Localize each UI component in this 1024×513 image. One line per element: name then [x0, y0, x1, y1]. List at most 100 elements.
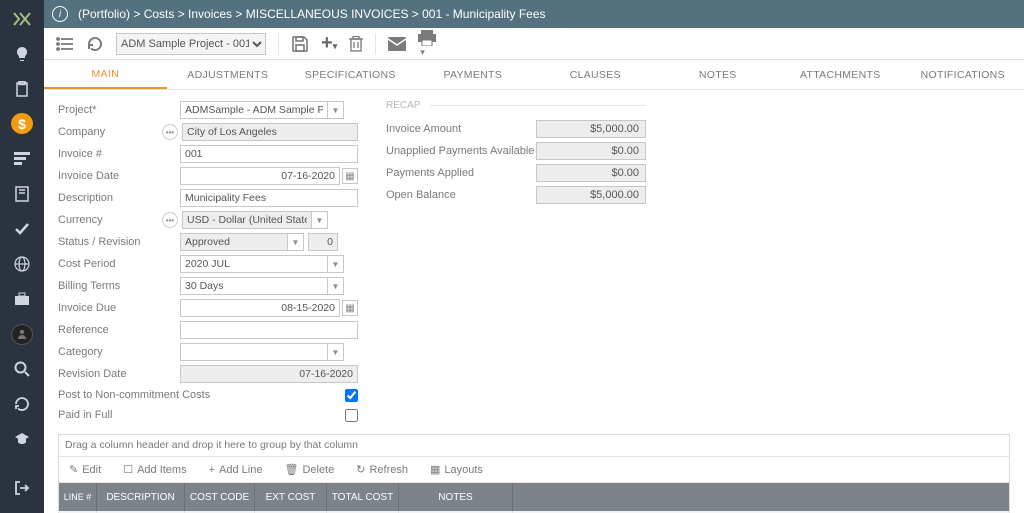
col-line[interactable]: LINE # [59, 483, 97, 511]
tab-main[interactable]: MAIN [44, 60, 167, 89]
recap-header: RECAP [386, 100, 430, 111]
label-status: Status / Revision [58, 236, 158, 248]
tab-payments[interactable]: PAYMENTS [412, 60, 535, 89]
revdate-field [180, 365, 358, 383]
book-icon[interactable] [11, 183, 33, 204]
tab-attachments[interactable]: ATTACHMENTS [779, 60, 902, 89]
val-inv-amount: $5,000.00 [536, 120, 646, 138]
col-ext[interactable]: EXT COST [255, 483, 327, 511]
label-inv-amount: Invoice Amount [386, 123, 536, 135]
delete-icon[interactable] [349, 36, 363, 52]
col-notes[interactable]: NOTES [399, 483, 513, 511]
currency-field [182, 211, 312, 229]
tab-specifications[interactable]: SPECIFICATIONS [289, 60, 412, 89]
due-field[interactable] [180, 299, 340, 317]
save-icon[interactable] [291, 35, 309, 53]
briefcase-icon[interactable] [11, 289, 33, 310]
company-lookup[interactable]: ••• [162, 124, 178, 140]
val-open-bal: $5,000.00 [536, 186, 646, 204]
add-icon[interactable]: +▾ [321, 32, 337, 55]
label-unapplied: Unapplied Payments Available [386, 145, 536, 157]
tab-clauses[interactable]: CLAUSES [534, 60, 657, 89]
project-field[interactable] [180, 101, 328, 119]
grid-layouts[interactable]: ▦ Layouts [430, 463, 483, 476]
history-icon[interactable] [11, 394, 33, 415]
grid-group-hint[interactable]: Drag a column header and drop it here to… [59, 435, 1009, 457]
grid-refresh[interactable]: ↻ Refresh [356, 463, 408, 476]
label-reference: Reference [58, 324, 158, 336]
label-category: Category [58, 346, 158, 358]
grid-add-line[interactable]: + Add Line [209, 464, 263, 476]
label-project: Project* [58, 104, 158, 116]
invoice-date-field[interactable] [180, 167, 340, 185]
col-tot[interactable]: TOTAL COST [327, 483, 399, 511]
category-field[interactable] [180, 343, 328, 361]
list-view-icon[interactable] [56, 37, 74, 51]
bars-icon[interactable] [11, 148, 33, 169]
label-post-nc: Post to Non-commitment Costs [58, 389, 345, 401]
logout-icon[interactable] [11, 478, 33, 499]
app-sidebar: $ [0, 0, 44, 513]
label-invoice-no: Invoice # [58, 148, 158, 160]
clipboard-icon[interactable] [11, 78, 33, 99]
tab-adjustments[interactable]: ADJUSTMENTS [167, 60, 290, 89]
info-icon[interactable]: i [52, 6, 68, 22]
label-company: Company [58, 126, 158, 138]
label-description: Description [58, 192, 158, 204]
label-pay-applied: Payments Applied [386, 167, 536, 179]
val-pay-applied: $0.00 [536, 164, 646, 182]
grid-delete[interactable]: 🗑 Delete [284, 463, 334, 476]
mail-icon[interactable] [388, 37, 406, 51]
collapse-icon[interactable] [11, 8, 33, 29]
tab-notifications[interactable]: NOTIFICATIONS [902, 60, 1024, 89]
post-nc-check[interactable] [345, 389, 358, 402]
globe-icon[interactable] [11, 253, 33, 274]
label-open-bal: Open Balance [386, 189, 536, 201]
col-desc[interactable]: DESCRIPTION [97, 483, 185, 511]
title-bar: i (Portfolio) > Costs > Invoices > MISCE… [44, 0, 1024, 28]
reference-field[interactable] [180, 321, 358, 339]
label-invoice-date: Invoice Date [58, 170, 158, 182]
undo-icon[interactable] [86, 36, 104, 52]
label-cost-period: Cost Period [58, 258, 158, 270]
grid-add-items[interactable]: ☐ Add Items [123, 463, 186, 476]
label-due: Invoice Due [58, 302, 158, 314]
toolbar: ADM Sample Project - 001 - City of L +▾ … [44, 28, 1024, 60]
label-revdate: Revision Date [58, 368, 158, 380]
check-icon[interactable] [11, 218, 33, 239]
project-dropdown[interactable]: ▼ [328, 101, 344, 119]
label-billing: Billing Terms [58, 280, 158, 292]
description-field[interactable] [180, 189, 358, 207]
status-dropdown[interactable]: ▼ [288, 233, 304, 251]
tab-notes[interactable]: NOTES [657, 60, 780, 89]
paid-full-check[interactable] [345, 409, 358, 422]
billing-dropdown[interactable]: ▼ [328, 277, 344, 295]
currency-lookup[interactable]: ••• [162, 212, 178, 228]
label-currency: Currency [58, 214, 158, 226]
currency-dropdown[interactable]: ▼ [312, 211, 328, 229]
breadcrumb: (Portfolio) > Costs > Invoices > MISCELL… [78, 7, 546, 21]
val-unapplied: $0.00 [536, 142, 646, 160]
print-icon[interactable]: ▾ [418, 30, 436, 58]
tab-bar: MAIN ADJUSTMENTS SPECIFICATIONS PAYMENTS… [44, 60, 1024, 90]
grid-edit[interactable]: ✎ Edit [69, 463, 101, 476]
company-field [182, 123, 358, 141]
label-paid-full: Paid in Full [58, 409, 345, 421]
cost-period-dropdown[interactable]: ▼ [328, 255, 344, 273]
billing-field[interactable] [180, 277, 328, 295]
search-icon[interactable] [11, 359, 33, 380]
grad-icon[interactable] [11, 429, 33, 450]
category-dropdown[interactable]: ▼ [328, 343, 344, 361]
project-selector[interactable]: ADM Sample Project - 001 - City of L [116, 33, 266, 55]
due-cal-icon[interactable]: ▦ [342, 300, 358, 316]
col-cost[interactable]: COST CODE [185, 483, 255, 511]
dollar-icon[interactable]: $ [11, 113, 33, 134]
bulb-icon[interactable] [11, 43, 33, 64]
revision-field [308, 233, 338, 251]
invoice-date-cal-icon[interactable]: ▦ [342, 168, 358, 184]
line-items-grid: Drag a column header and drop it here to… [58, 434, 1010, 513]
status-field [180, 233, 288, 251]
cost-period-field[interactable] [180, 255, 328, 273]
user-avatar[interactable] [11, 324, 33, 345]
invoice-no-field[interactable] [180, 145, 358, 163]
